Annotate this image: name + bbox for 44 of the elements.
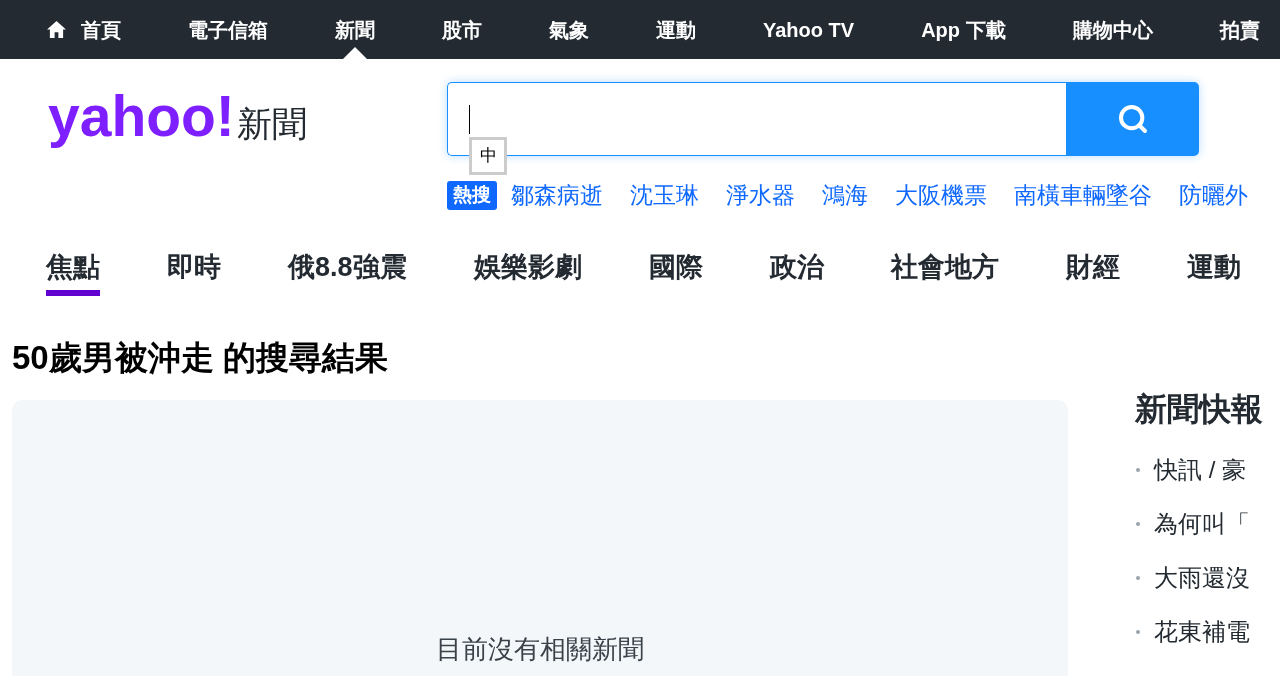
nav-link[interactable]: 新聞 [335,0,375,59]
bullet-icon [1136,630,1140,634]
search-icon [1116,103,1149,135]
logo-subtitle: 新聞 [236,106,307,141]
nav-link[interactable]: 拍賣 [1219,0,1260,59]
results-heading: 50歲男被沖走 的搜尋結果 [12,338,389,378]
trending-link[interactable]: 防曬外 [1179,180,1248,210]
trending-link[interactable]: 鴻海 [822,180,868,210]
home-icon [47,21,66,38]
bullet-icon [1136,576,1140,580]
category-tab[interactable]: 焦點 [46,250,100,296]
text-cursor-icon [469,104,470,134]
nav-link[interactable]: 首頁 [47,0,121,59]
trending-link[interactable]: 大阪機票 [895,180,987,210]
nav-link[interactable]: App 下載 [921,0,1006,59]
trending-link[interactable]: 南橫車輛墜谷 [1014,180,1152,210]
nav-link[interactable]: 氣象 [549,0,589,59]
category-tab[interactable]: 社會地方 [890,250,999,296]
input-method-indicator: 中 [469,137,507,175]
news-flash-link[interactable]: 快訊 / 豪 [1154,454,1246,486]
bullet-icon [1136,522,1140,526]
bullet-icon [1136,468,1140,472]
news-flash-heading: 新聞快報 [1135,390,1263,429]
category-tab[interactable]: 財經 [1065,250,1120,296]
category-tab[interactable]: 政治 [769,250,824,296]
nav-link[interactable]: Yahoo TV [763,0,855,59]
nav-link[interactable]: 購物中心 [1072,0,1153,59]
category-tab[interactable]: 俄8.8強震 [288,250,407,296]
trending-link[interactable]: 沈玉琳 [630,180,699,210]
nav-link[interactable]: 電子信箱 [188,0,268,59]
trending-link[interactable]: 淨水器 [726,180,795,210]
category-tab[interactable]: 運動 [1186,250,1241,296]
category-tab[interactable]: 娛樂影劇 [473,250,582,296]
news-flash-link[interactable]: 大雨還沒 [1154,562,1250,594]
trending-badge: 熱搜 [447,180,497,210]
search-button[interactable] [1066,82,1199,156]
category-tab[interactable]: 國際 [648,250,703,296]
category-tab[interactable]: 即時 [167,250,221,296]
empty-results-message: 目前沒有相關新聞 [436,633,644,666]
nav-link[interactable]: 股市 [442,0,482,59]
news-flash-link[interactable]: 為何叫「 [1154,508,1250,540]
trending-link[interactable]: 鄒森病逝 [511,180,603,210]
nav-link[interactable]: 運動 [656,0,696,59]
news-flash-link[interactable]: 花東補電 [1154,616,1250,648]
